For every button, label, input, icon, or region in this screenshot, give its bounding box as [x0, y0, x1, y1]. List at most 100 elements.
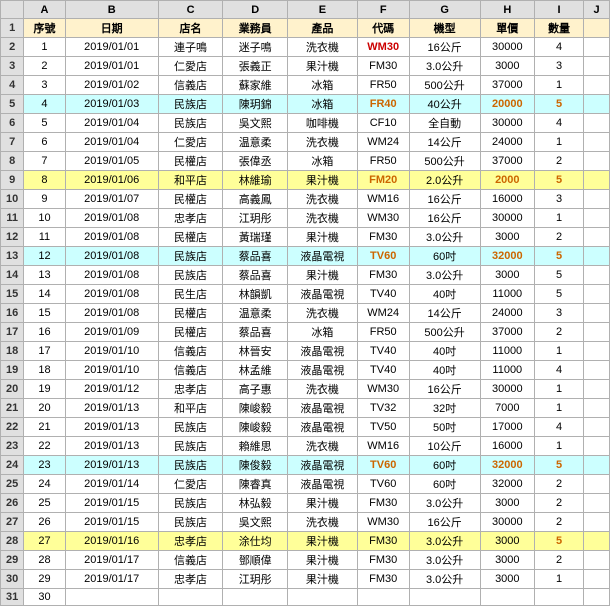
cell-D26[interactable]: 林弘毅: [223, 494, 288, 513]
cell-D24[interactable]: 陳俊毅: [223, 456, 288, 475]
cell-G27[interactable]: 16公斤: [409, 513, 480, 532]
table-row[interactable]: 17162019/01/09民權店蔡品喜冰箱FR50500公升370002: [1, 323, 610, 342]
cell-H31[interactable]: [480, 589, 534, 606]
cell-E30[interactable]: 果汁機: [288, 570, 358, 589]
cell-C24[interactable]: 民族店: [158, 456, 223, 475]
cell-C10[interactable]: 民權店: [158, 190, 223, 209]
cell-G29[interactable]: 3.0公升: [409, 551, 480, 570]
cell-I30[interactable]: 1: [534, 570, 583, 589]
cell-G21[interactable]: 32吋: [409, 399, 480, 418]
col-header-C[interactable]: C: [158, 1, 223, 19]
cell-F25[interactable]: TV60: [357, 475, 409, 494]
cell-G16[interactable]: 14公斤: [409, 304, 480, 323]
cell-B19[interactable]: 2019/01/10: [65, 361, 158, 380]
cell-B5[interactable]: 2019/01/03: [65, 95, 158, 114]
cell-C31[interactable]: [158, 589, 223, 606]
cell-G12[interactable]: 3.0公升: [409, 228, 480, 247]
cell-D22[interactable]: 陳峻毅: [223, 418, 288, 437]
table-row[interactable]: 20192019/01/12忠孝店高子惠洗衣機WM3016公斤300001: [1, 380, 610, 399]
cell-H29[interactable]: 3000: [480, 551, 534, 570]
cell-H21[interactable]: 7000: [480, 399, 534, 418]
cell-G28[interactable]: 3.0公升: [409, 532, 480, 551]
cell-A20[interactable]: 19: [24, 380, 65, 399]
table-row[interactable]: 16152019/01/08民權店温意柔洗衣機WM2414公斤240003: [1, 304, 610, 323]
cell-A22[interactable]: 21: [24, 418, 65, 437]
cell-I28[interactable]: 5: [534, 532, 583, 551]
cell-I25[interactable]: 2: [534, 475, 583, 494]
cell-G11[interactable]: 16公斤: [409, 209, 480, 228]
cell-E28[interactable]: 果汁機: [288, 532, 358, 551]
cell-C17[interactable]: 民權店: [158, 323, 223, 342]
cell-A14[interactable]: 13: [24, 266, 65, 285]
cell-B30[interactable]: 2019/01/17: [65, 570, 158, 589]
cell-E7[interactable]: 洗衣機: [288, 133, 358, 152]
cell-D17[interactable]: 蔡品喜: [223, 323, 288, 342]
cell-C22[interactable]: 民族店: [158, 418, 223, 437]
cell-I31[interactable]: [534, 589, 583, 606]
cell-B24[interactable]: 2019/01/13: [65, 456, 158, 475]
cell-A31[interactable]: 30: [24, 589, 65, 606]
cell-C25[interactable]: 仁愛店: [158, 475, 223, 494]
cell-B11[interactable]: 2019/01/08: [65, 209, 158, 228]
cell-I4[interactable]: 1: [534, 76, 583, 95]
cell-D12[interactable]: 黃瑞瑾: [223, 228, 288, 247]
cell-F5[interactable]: FR40: [357, 95, 409, 114]
cell-D21[interactable]: 陳峻毅: [223, 399, 288, 418]
cell-I18[interactable]: 1: [534, 342, 583, 361]
col-header-E[interactable]: E: [288, 1, 358, 19]
cell-G13[interactable]: 60吋: [409, 247, 480, 266]
col-header-B[interactable]: B: [65, 1, 158, 19]
cell-H28[interactable]: 3000: [480, 532, 534, 551]
table-row[interactable]: 29282019/01/17信義店鄧順偉果汁機FM303.0公升30002: [1, 551, 610, 570]
table-row[interactable]: 26252019/01/15民族店林弘毅果汁機FM303.0公升30002: [1, 494, 610, 513]
cell-E31[interactable]: [288, 589, 358, 606]
cell-C8[interactable]: 民權店: [158, 152, 223, 171]
cell-B27[interactable]: 2019/01/15: [65, 513, 158, 532]
table-row[interactable]: 11102019/01/08忠孝店江玥彤洗衣機WM3016公斤300001: [1, 209, 610, 228]
cell-I2[interactable]: 4: [534, 38, 583, 57]
table-row[interactable]: 3130: [1, 589, 610, 606]
table-row[interactable]: 18172019/01/10信義店林晉安液晶電視TV4040吋110001: [1, 342, 610, 361]
cell-D3[interactable]: 張義正: [223, 57, 288, 76]
cell-A18[interactable]: 17: [24, 342, 65, 361]
cell-C29[interactable]: 信義店: [158, 551, 223, 570]
cell-E14[interactable]: 果汁機: [288, 266, 358, 285]
cell-H16[interactable]: 24000: [480, 304, 534, 323]
cell-B29[interactable]: 2019/01/17: [65, 551, 158, 570]
cell-H2[interactable]: 30000: [480, 38, 534, 57]
table-row[interactable]: 982019/01/06和平店林維瑜果汁機FM202.0公升20005: [1, 171, 610, 190]
cell-E19[interactable]: 液晶電視: [288, 361, 358, 380]
cell-F11[interactable]: WM30: [357, 209, 409, 228]
cell-F4[interactable]: FR50: [357, 76, 409, 95]
cell-I24[interactable]: 5: [534, 456, 583, 475]
cell-C5[interactable]: 民族店: [158, 95, 223, 114]
cell-E27[interactable]: 洗衣機: [288, 513, 358, 532]
cell-E25[interactable]: 液晶電視: [288, 475, 358, 494]
cell-G25[interactable]: 60吋: [409, 475, 480, 494]
cell-D15[interactable]: 林韻凱: [223, 285, 288, 304]
cell-E8[interactable]: 冰箱: [288, 152, 358, 171]
cell-E11[interactable]: 洗衣機: [288, 209, 358, 228]
cell-H5[interactable]: 20000: [480, 95, 534, 114]
cell-A11[interactable]: 10: [24, 209, 65, 228]
cell-H26[interactable]: 3000: [480, 494, 534, 513]
cell-E24[interactable]: 液晶電視: [288, 456, 358, 475]
cell-C23[interactable]: 民族店: [158, 437, 223, 456]
cell-E22[interactable]: 液晶電視: [288, 418, 358, 437]
table-row[interactable]: 21202019/01/13和平店陳峻毅液晶電視TV3232吋70001: [1, 399, 610, 418]
cell-E15[interactable]: 液晶電視: [288, 285, 358, 304]
table-row[interactable]: 19182019/01/10信義店林孟維液晶電視TV4040吋110004: [1, 361, 610, 380]
cell-D20[interactable]: 高子惠: [223, 380, 288, 399]
cell-A19[interactable]: 18: [24, 361, 65, 380]
cell-I29[interactable]: 2: [534, 551, 583, 570]
cell-I16[interactable]: 3: [534, 304, 583, 323]
cell-H19[interactable]: 11000: [480, 361, 534, 380]
cell-G17[interactable]: 500公升: [409, 323, 480, 342]
cell-E18[interactable]: 液晶電視: [288, 342, 358, 361]
cell-B22[interactable]: 2019/01/13: [65, 418, 158, 437]
cell-F8[interactable]: FR50: [357, 152, 409, 171]
table-row[interactable]: 22212019/01/13民族店陳峻毅液晶電視TV5050吋170004: [1, 418, 610, 437]
cell-A27[interactable]: 26: [24, 513, 65, 532]
cell-F19[interactable]: TV40: [357, 361, 409, 380]
table-row[interactable]: 24232019/01/13民族店陳俊毅液晶電視TV6060吋320005: [1, 456, 610, 475]
